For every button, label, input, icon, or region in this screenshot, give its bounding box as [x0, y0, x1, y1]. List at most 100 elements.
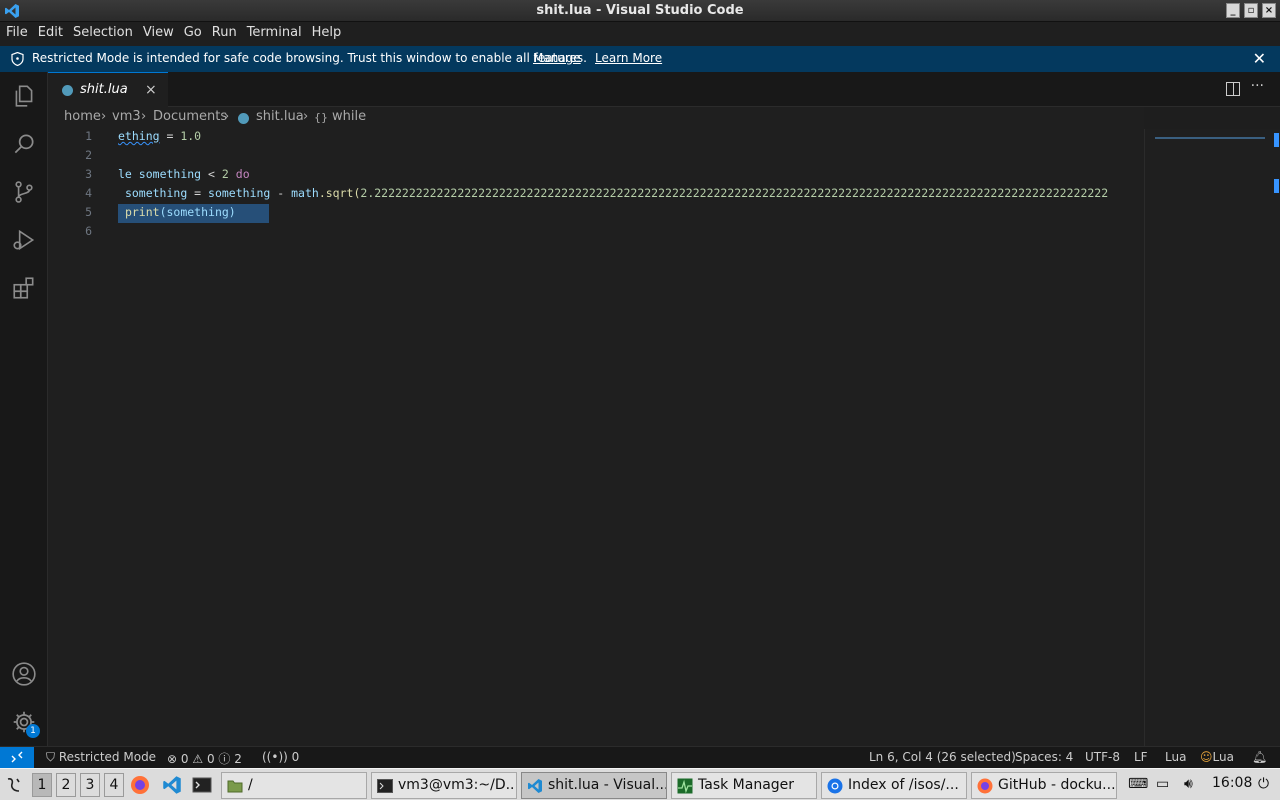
- lua-extension-status[interactable]: ☺Lua: [1200, 750, 1234, 764]
- breadcrumb-documents[interactable]: Documents: [153, 109, 227, 124]
- vertical-scrollbar[interactable]: [1266, 129, 1280, 746]
- code-token: <: [201, 167, 222, 181]
- code-token: something: [124, 186, 188, 200]
- menu-edit[interactable]: Edit: [33, 22, 68, 46]
- code-line-3: le something < 2 do: [118, 167, 250, 181]
- task-firefox-github[interactable]: GitHub - docku...: [971, 772, 1117, 799]
- drive-icon[interactable]: ▭: [1156, 776, 1169, 792]
- indentation-status[interactable]: Spaces: 4: [1015, 750, 1073, 764]
- task-file-manager[interactable]: /: [221, 772, 367, 799]
- task-terminal[interactable]: vm3@vm3:~/D...: [371, 772, 517, 799]
- tab-close-icon[interactable]: ×: [145, 82, 157, 98]
- maximize-button[interactable]: ▫: [1244, 3, 1258, 18]
- shield-icon: ⛉: [46, 750, 56, 764]
- task-browser-index[interactable]: Index of /isos/...: [821, 772, 967, 799]
- minimap[interactable]: [1144, 129, 1266, 746]
- breadcrumb-file[interactable]: shit.lua: [256, 109, 304, 124]
- menu-selection[interactable]: Selection: [68, 22, 138, 46]
- cat-icon: ☺: [1200, 750, 1213, 764]
- terminal-launcher-icon[interactable]: [192, 775, 212, 795]
- breadcrumb-vm3[interactable]: vm3: [112, 109, 141, 124]
- minimap-slider[interactable]: [1155, 137, 1265, 139]
- editor-tabs: shit.lua × ···: [48, 72, 1280, 107]
- warning-count: 0: [206, 752, 215, 766]
- code-token: do: [235, 167, 250, 181]
- source-control-button[interactable]: [0, 168, 48, 216]
- info-count: 2: [234, 752, 242, 766]
- restricted-mode-status[interactable]: ⛉ Restricted Mode: [46, 750, 156, 765]
- account-icon: [12, 662, 36, 686]
- menu-terminal[interactable]: Terminal: [242, 22, 307, 46]
- menu-file[interactable]: File: [0, 22, 33, 46]
- task-task-manager[interactable]: Task Manager: [671, 772, 817, 799]
- task-vscode[interactable]: shit.lua - Visual...: [521, 772, 667, 799]
- search-button[interactable]: [0, 120, 48, 168]
- ports-status[interactable]: ((•)) 0: [262, 750, 299, 764]
- vscode-launcher-icon[interactable]: [162, 775, 182, 795]
- workspace-4[interactable]: 4: [104, 773, 124, 797]
- workspace-3[interactable]: 3: [80, 773, 100, 797]
- menu-help[interactable]: Help: [307, 22, 347, 46]
- volume-icon[interactable]: 🔊︎: [1184, 776, 1193, 792]
- code-token: (something): [159, 205, 236, 219]
- power-icon[interactable]: ⏻: [1258, 776, 1269, 792]
- eol-status[interactable]: LF: [1134, 750, 1148, 764]
- lua-extension-label: Lua: [1212, 750, 1234, 764]
- notifications-bell-icon[interactable]: 🔔︎: [1252, 750, 1267, 764]
- tab-shit-lua[interactable]: shit.lua ×: [48, 72, 168, 107]
- line-number: 5: [85, 205, 92, 219]
- start-menu-icon[interactable]: [4, 775, 24, 795]
- error-count: 0: [180, 752, 189, 766]
- code-line-4: something = something - math.sqrt(2.2222…: [118, 186, 1108, 200]
- code-editor[interactable]: 1 2 3 4 5 6 ething = 1.0 le something < …: [48, 129, 1144, 746]
- task-label: GitHub - docku...: [998, 777, 1116, 793]
- status-bar: ⛉ Restricted Mode ⊗ 0 ⚠ 0 ⓘ 2 ((•)) 0 Ln…: [0, 746, 1280, 769]
- language-mode[interactable]: Lua: [1165, 750, 1186, 764]
- run-debug-button[interactable]: [0, 216, 48, 264]
- firefox-launcher-icon[interactable]: [130, 775, 150, 795]
- firefox-icon: [977, 778, 993, 794]
- clock[interactable]: 16:08: [1212, 775, 1252, 791]
- breadcrumb-home[interactable]: home: [64, 109, 101, 124]
- menu-run[interactable]: Run: [207, 22, 242, 46]
- error-icon: ⊗: [167, 752, 178, 766]
- line-number: 3: [85, 167, 92, 181]
- code-line-1: ething = 1.0: [118, 129, 201, 143]
- code-token: 1.0: [180, 129, 202, 143]
- breadcrumb-separator: ›: [224, 109, 230, 124]
- banner-message: Restricted Mode is intended for safe cod…: [32, 51, 587, 65]
- breadcrumb-separator: ›: [141, 109, 147, 124]
- scrollbar-marker: [1274, 179, 1279, 193]
- code-token: print: [124, 205, 160, 219]
- menu-bar: File Edit Selection View Go Run Terminal Help: [0, 22, 1280, 46]
- remote-indicator[interactable]: [0, 747, 34, 769]
- line-number: 4: [85, 186, 92, 200]
- minimize-button[interactable]: _: [1226, 3, 1240, 18]
- workspace-2[interactable]: 2: [56, 773, 76, 797]
- encoding-status[interactable]: UTF-8: [1085, 750, 1120, 764]
- banner-close-icon[interactable]: ✕: [1253, 49, 1266, 68]
- code-token: =: [187, 186, 209, 200]
- code-token: math: [291, 186, 319, 200]
- learn-more-link[interactable]: Learn More: [595, 51, 662, 65]
- lua-file-icon: [238, 113, 249, 124]
- explorer-button[interactable]: [0, 72, 48, 120]
- extensions-button[interactable]: [0, 264, 48, 312]
- menu-view[interactable]: View: [138, 22, 179, 46]
- breadcrumb-symbol[interactable]: while: [332, 109, 366, 124]
- keyboard-layout-icon[interactable]: ⌨: [1128, 776, 1148, 792]
- accounts-button[interactable]: [0, 650, 48, 698]
- more-actions-icon[interactable]: ···: [1251, 78, 1264, 94]
- close-window-button[interactable]: ×: [1262, 3, 1276, 18]
- menu-go[interactable]: Go: [179, 22, 207, 46]
- manage-settings-button[interactable]: 1: [0, 698, 48, 746]
- manage-link[interactable]: Manage: [533, 51, 581, 65]
- search-icon: [14, 134, 34, 154]
- breadcrumb: home › vm3 › Documents › shit.lua › {} w…: [48, 107, 1144, 129]
- split-editor-icon[interactable]: [1226, 82, 1240, 96]
- code-token: 2: [221, 167, 229, 181]
- workspace-1[interactable]: 1: [32, 773, 52, 797]
- problems-status[interactable]: ⊗ 0 ⚠ 0 ⓘ 2: [167, 750, 242, 767]
- remote-icon: [11, 751, 23, 763]
- cursor-position[interactable]: Ln 6, Col 4 (26 selected): [869, 750, 1016, 764]
